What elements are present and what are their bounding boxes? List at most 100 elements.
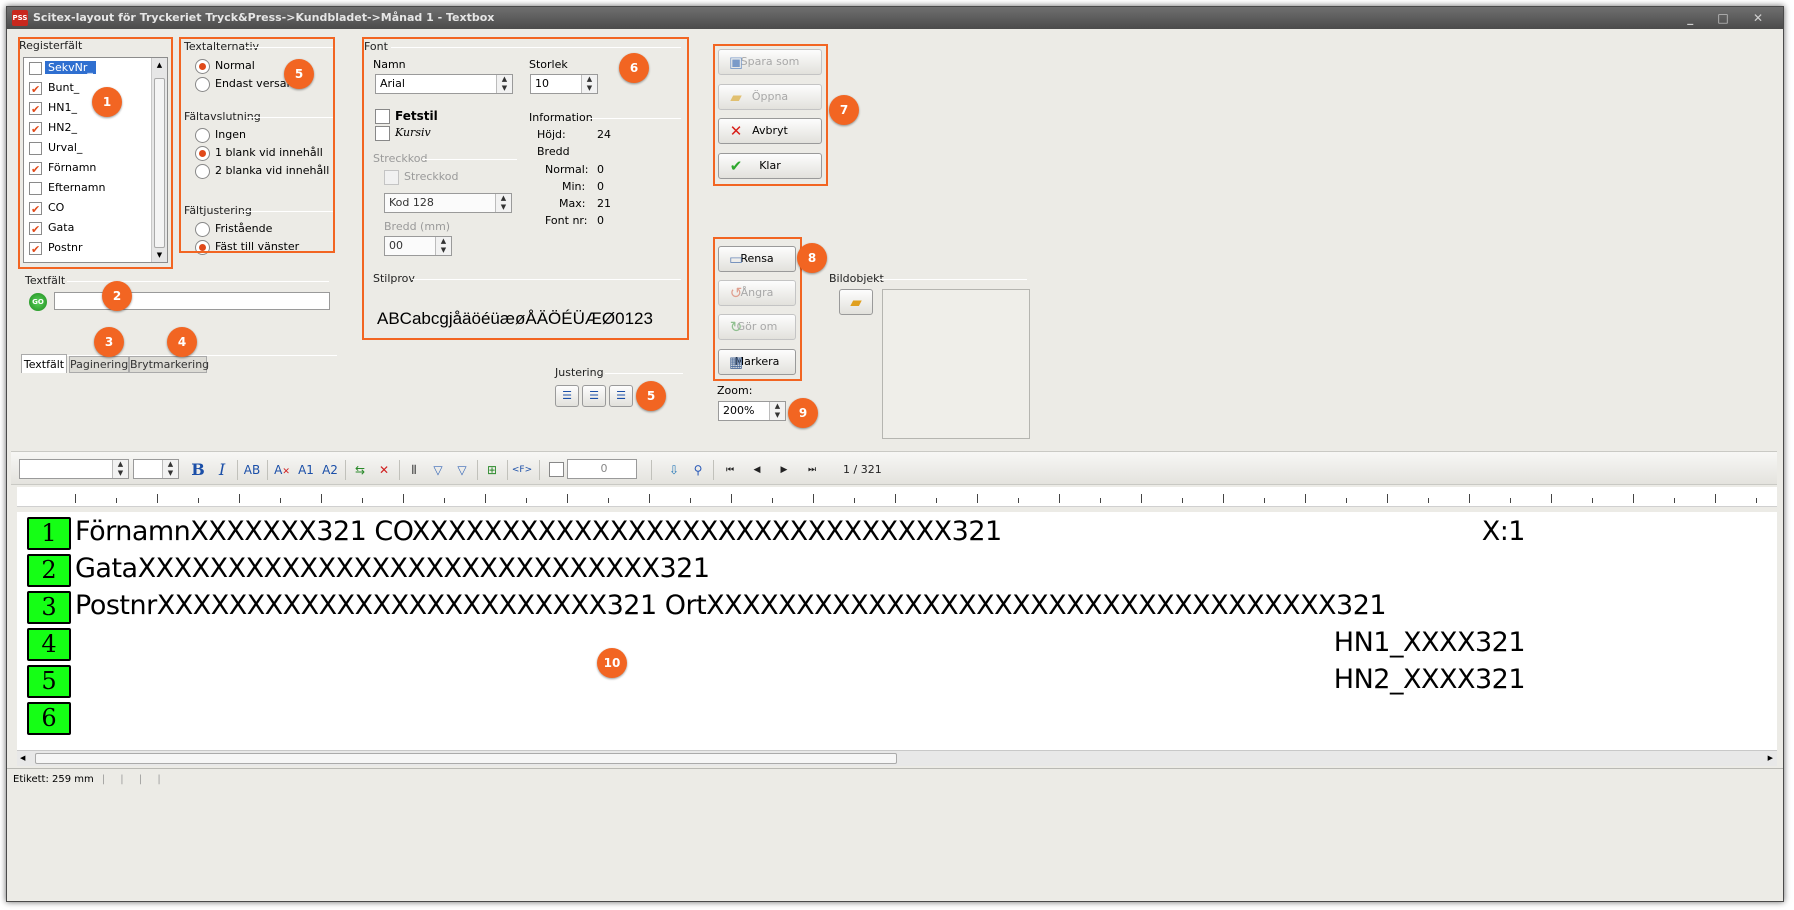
document-canvas[interactable]: 1 FörnamnXXXXXXX321 COXXXXXXXXXXXXXXXXXXX…: [17, 512, 1777, 750]
register-item[interactable]: Urval_: [24, 138, 167, 158]
row-number[interactable]: 6: [27, 702, 71, 735]
filter-icon[interactable]: ▽: [427, 460, 449, 480]
klar-button[interactable]: ✔ Klar: [718, 153, 822, 179]
register-item[interactable]: SekvNr_: [24, 58, 167, 78]
radio-blank2[interactable]: 2 blanka vid innehåll: [195, 163, 329, 179]
go-button[interactable]: GO: [29, 293, 47, 311]
search-icon[interactable]: ⚲: [687, 460, 709, 480]
prev-page-icon[interactable]: ◀: [746, 460, 768, 480]
row-right-text[interactable]: HN1_XXXX321: [1334, 627, 1526, 658]
spin-icon[interactable]: ▲ ▼: [435, 237, 451, 255]
row-number[interactable]: 5: [27, 665, 71, 698]
spin-icon[interactable]: ▲ ▼: [495, 194, 511, 212]
textfalt-input[interactable]: [54, 292, 330, 310]
register-item[interactable]: Efternamn: [24, 178, 167, 198]
spin-icon[interactable]: ▲ ▼: [162, 460, 178, 478]
spin-icon[interactable]: ▲ ▼: [112, 460, 128, 478]
spin-icon[interactable]: ▲ ▼: [496, 75, 512, 93]
toolbar-font-combo[interactable]: ▲ ▼: [19, 459, 129, 479]
insert-field-icon[interactable]: ⇆: [349, 460, 371, 480]
fetstil-checkbox[interactable]: Fetstil: [375, 108, 438, 124]
row-number[interactable]: 4: [27, 628, 71, 661]
register-scrollbar[interactable]: ▲ ▼: [151, 58, 167, 262]
last-page-icon[interactable]: ⏭: [801, 460, 823, 480]
register-item[interactable]: Förnamn: [24, 158, 167, 180]
toolbar-checkbox[interactable]: [549, 461, 564, 477]
toolbar-spinner[interactable]: 0: [567, 459, 637, 479]
gor-om-button[interactable]: ↻ Gör om: [718, 314, 796, 340]
toolbar-size-combo[interactable]: ▲ ▼: [133, 459, 179, 479]
row-number[interactable]: 1: [27, 517, 71, 550]
row-number[interactable]: 3: [27, 591, 71, 624]
register-item-checkbox[interactable]: [29, 200, 42, 220]
row-text[interactable]: GataXXXXXXXXXXXXXXXXXXXXXXXXXXXXX321: [75, 553, 710, 584]
align-left-button[interactable]: ☰: [555, 385, 579, 407]
rensa-button[interactable]: ▭ Rensa: [718, 246, 796, 272]
register-item-checkbox[interactable]: [29, 62, 42, 75]
kursiv-checkbox[interactable]: Kursiv: [375, 125, 431, 141]
register-item[interactable]: Ort: [24, 258, 167, 262]
register-item-checkbox[interactable]: [29, 160, 42, 180]
radio-normal[interactable]: Normal: [195, 58, 255, 74]
barcode-width-spinner[interactable]: 00 ▲ ▼: [384, 236, 452, 256]
radio-ingen[interactable]: Ingen: [195, 127, 246, 143]
register-item-checkbox[interactable]: [31, 260, 40, 262]
export-icon[interactable]: ⇩: [663, 460, 685, 480]
barcode-type-combo[interactable]: Kod 128 ▲ ▼: [384, 193, 512, 213]
window-controls[interactable]: _ □ ✕: [1687, 7, 1773, 29]
format-a2-icon[interactable]: A2: [319, 460, 341, 480]
font-size-spinner[interactable]: 10 ▲ ▼: [530, 74, 598, 94]
register-item[interactable]: CO: [24, 198, 167, 220]
register-item[interactable]: HN2_: [24, 118, 167, 140]
register-item-checkbox[interactable]: [29, 100, 42, 120]
italic-icon[interactable]: I: [211, 460, 233, 480]
register-item-checkbox[interactable]: [29, 220, 42, 240]
add-page-icon[interactable]: ⊞: [481, 460, 503, 480]
markera-button[interactable]: ▦ Markera: [718, 349, 796, 375]
row-number[interactable]: 2: [27, 554, 71, 587]
scroll-right-icon[interactable]: ▶: [1768, 751, 1773, 766]
scroll-down-icon[interactable]: ▼: [152, 248, 167, 262]
angra-button[interactable]: ↺ Ångra: [718, 280, 796, 306]
spin-icon[interactable]: ▲ ▼: [769, 402, 785, 420]
font-name-combo[interactable]: Arial ▲ ▼: [375, 74, 513, 94]
clear-format-icon[interactable]: A✕: [271, 460, 293, 480]
register-item-checkbox[interactable]: [29, 80, 42, 100]
avbryt-button[interactable]: ✕ Avbryt: [718, 118, 822, 144]
horizontal-scrollbar[interactable]: ◀ ▶: [17, 750, 1777, 766]
register-item[interactable]: Postnr: [24, 238, 167, 260]
spara-som-button[interactable]: ▣ Spara som: [718, 49, 822, 75]
field-tag-icon[interactable]: <F>: [511, 460, 533, 480]
first-page-icon[interactable]: ⏮: [719, 460, 741, 480]
register-item[interactable]: Gata: [24, 218, 167, 240]
delete-field-icon[interactable]: ✕: [373, 460, 395, 480]
row-text[interactable]: FörnamnXXXXXXX321 COXXXXXXXXXXXXXXXXXXXX…: [75, 516, 1002, 547]
streckkod-checkbox[interactable]: Streckkod: [384, 169, 458, 185]
align-center-button[interactable]: ☰: [582, 385, 606, 407]
register-item-checkbox[interactable]: [29, 142, 42, 155]
register-item-checkbox[interactable]: [29, 182, 42, 195]
spin-icon[interactable]: ▲ ▼: [581, 75, 597, 93]
zoom-spinner[interactable]: 200% ▲ ▼: [718, 401, 786, 421]
tab-paginering[interactable]: Paginering: [69, 356, 129, 373]
format-a1-icon[interactable]: A1: [295, 460, 317, 480]
register-item-checkbox[interactable]: [29, 120, 42, 140]
scroll-up-icon[interactable]: ▲: [152, 58, 167, 72]
bold-icon[interactable]: B: [187, 460, 209, 480]
next-page-icon[interactable]: ▶: [773, 460, 795, 480]
filter-edit-icon[interactable]: ▽: [451, 460, 473, 480]
align-right-button[interactable]: ☰: [609, 385, 633, 407]
barcode-icon[interactable]: ⦀: [403, 460, 425, 480]
scroll-left-icon[interactable]: ◀: [20, 751, 25, 766]
oppna-button[interactable]: ▰ Öppna: [718, 84, 822, 110]
tab-brytmarkering[interactable]: Brytmarkering: [129, 356, 209, 373]
uppercase-icon[interactable]: AB: [241, 460, 263, 480]
radio-fristaende[interactable]: Fristående: [195, 221, 272, 237]
row-right-text[interactable]: X:1: [1482, 516, 1526, 547]
bild-open-button[interactable]: ▰: [839, 289, 873, 315]
row-text[interactable]: PostnrXXXXXXXXXXXXXXXXXXXXXXXXX321 OrtXX…: [75, 590, 1387, 621]
radio-fast-vanster[interactable]: Fäst till vänster: [195, 239, 299, 255]
tab-textfalt[interactable]: Textfält: [21, 354, 67, 373]
register-listbox[interactable]: SekvNr_ Bunt_ HN1_ HN2_ Urval_ Förnamn Efterna…: [23, 57, 168, 263]
row-right-text[interactable]: HN2_XXXX321: [1334, 664, 1526, 695]
